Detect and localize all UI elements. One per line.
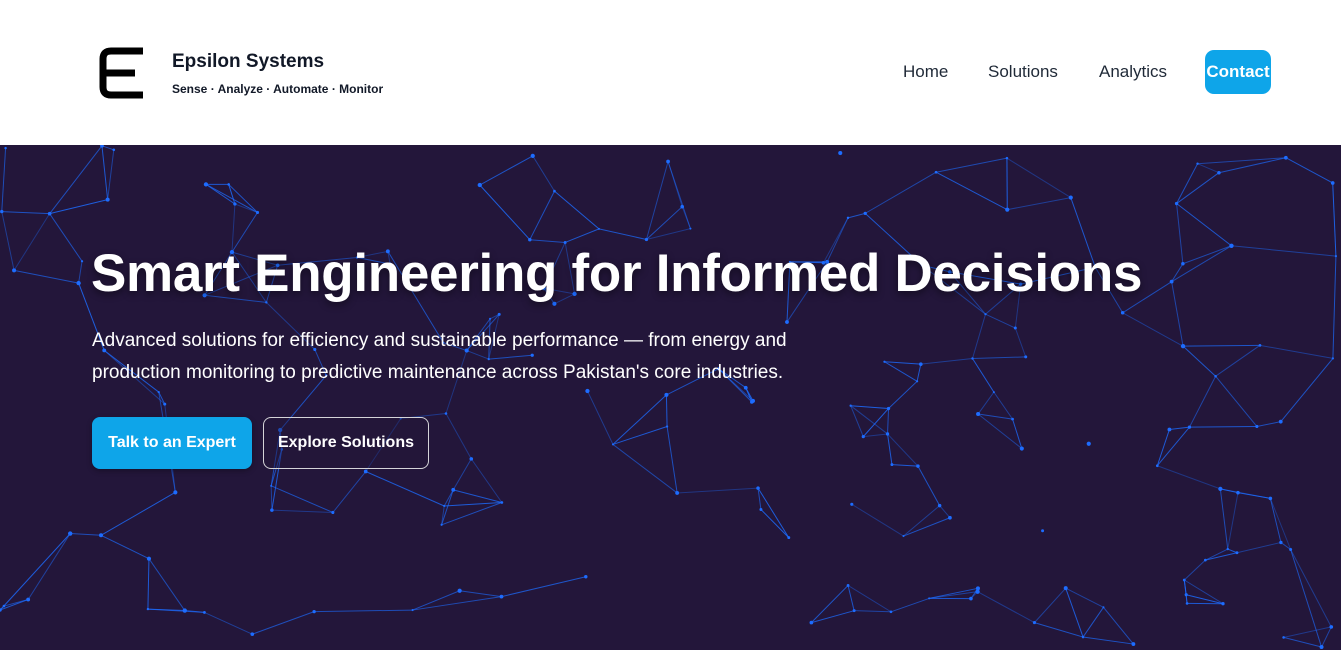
hero-subtitle: Advanced solutions for efficiency and su… xyxy=(92,330,787,383)
nav-solutions-link[interactable]: Solutions xyxy=(988,62,1058,82)
hero-section: Smart Engineering for Informed Decisions… xyxy=(0,145,1341,650)
talk-to-expert-button[interactable]: Talk to an Expert xyxy=(92,417,252,469)
explore-solutions-button[interactable]: Explore Solutions xyxy=(263,417,429,469)
site-header: Epsilon Systems Sense · Analyze · Automa… xyxy=(0,0,1341,145)
hero-title: Smart Engineering for Informed Decisions xyxy=(91,244,1143,303)
nav-contact-button[interactable]: Contact xyxy=(1205,50,1271,94)
network-background xyxy=(0,145,1338,650)
epsilon-logo-icon[interactable] xyxy=(99,47,145,99)
brand-name[interactable]: Epsilon Systems xyxy=(172,51,324,73)
nav-analytics-link[interactable]: Analytics xyxy=(1099,62,1167,82)
nav-home-link[interactable]: Home xyxy=(903,62,948,82)
brand-tagline: Sense · Analyze · Automate · Monitor xyxy=(172,82,384,96)
